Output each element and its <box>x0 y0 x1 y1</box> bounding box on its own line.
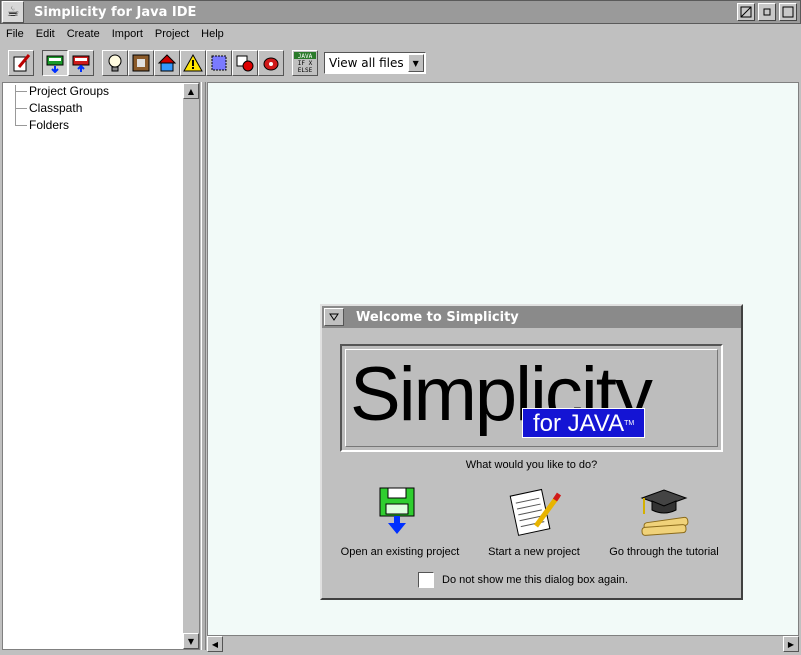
dialog-menu-button[interactable] <box>324 308 344 326</box>
cup-button[interactable] <box>258 50 284 76</box>
frame-icon <box>132 54 150 72</box>
bus-down-button[interactable] <box>42 50 68 76</box>
select-icon <box>211 55 227 71</box>
svg-text:ELSE: ELSE <box>298 67 313 74</box>
project-tree: Project Groups Classpath Folders ▲ ▼ <box>2 82 200 650</box>
welcome-dialog: Welcome to Simplicity Simplicity for JAV… <box>320 304 743 600</box>
dialog-title-bar: Welcome to Simplicity <box>322 306 741 328</box>
restore-icon <box>763 8 771 16</box>
maximize-button[interactable] <box>779 3 797 21</box>
dont-show-again-checkbox[interactable] <box>418 572 434 588</box>
shapes-icon <box>236 55 254 72</box>
chevron-down-icon <box>329 313 339 321</box>
minimize-icon <box>740 6 752 18</box>
view-files-value: View all files <box>329 56 404 70</box>
bus-up-button[interactable] <box>68 50 94 76</box>
select-button[interactable] <box>206 50 232 76</box>
tree-item-project-groups[interactable]: Project Groups <box>3 83 199 100</box>
new-project-label: Start a new project <box>488 546 580 558</box>
warning-icon <box>183 53 203 72</box>
shapes-button[interactable] <box>232 50 258 76</box>
svg-text:JAVA: JAVA <box>298 53 313 60</box>
simplicity-logo-banner: Simplicity for JAVATM <box>340 344 723 452</box>
scroll-down-button[interactable]: ▼ <box>183 633 199 649</box>
menu-create[interactable]: Create <box>67 28 100 40</box>
bus-down-icon <box>46 55 64 73</box>
maximize-icon <box>782 6 794 18</box>
new-project-option[interactable]: Start a new project <box>464 482 604 558</box>
tree-item-folders[interactable]: Folders <box>3 117 199 134</box>
open-project-option[interactable]: Open an existing project <box>330 482 470 558</box>
bus-up-icon <box>72 55 90 72</box>
notepad-pencil-icon <box>509 488 562 536</box>
lightbulb-button[interactable] <box>102 50 128 76</box>
tree-scrollbar[interactable]: ▲ ▼ <box>183 83 199 649</box>
edit-icon <box>13 54 31 72</box>
floppy-disk-icon <box>379 487 415 534</box>
cup-icon <box>263 57 279 71</box>
menu-edit[interactable]: Edit <box>36 28 55 40</box>
scroll-left-button[interactable]: ◀ <box>207 636 223 652</box>
menu-help[interactable]: Help <box>201 28 224 40</box>
frame-button[interactable] <box>128 50 154 76</box>
panel-splitter[interactable] <box>201 82 206 650</box>
tutorial-label: Go through the tutorial <box>609 546 719 558</box>
system-menu-icon[interactable]: ☕ <box>2 1 24 23</box>
logo-java-badge: for JAVATM <box>522 408 646 438</box>
java-ifelse-button[interactable]: JAVA IF X ELSE <box>292 50 318 76</box>
svg-text:IF X: IF X <box>298 60 313 67</box>
minimize-button[interactable] <box>737 3 755 21</box>
warning-button[interactable] <box>180 50 206 76</box>
tutorial-option[interactable]: Go through the tutorial <box>594 482 734 558</box>
dialog-title: Welcome to Simplicity <box>356 309 519 325</box>
tree-item-classpath[interactable]: Classpath <box>3 100 199 117</box>
lightbulb-icon <box>108 54 122 72</box>
title-bar: ☕ Simplicity for Java IDE <box>0 0 801 24</box>
scroll-up-button[interactable]: ▲ <box>183 83 199 99</box>
restore-button[interactable] <box>758 3 776 21</box>
view-files-select[interactable]: View all files ▼ <box>324 52 426 74</box>
window-title: Simplicity for Java IDE <box>34 4 197 20</box>
editor-horizontal-scrollbar[interactable]: ◀ ▶ <box>207 636 799 652</box>
dont-show-again-row: Do not show me this dialog box again. <box>418 572 628 588</box>
dont-show-again-label[interactable]: Do not show me this dialog box again. <box>442 574 628 586</box>
house-icon <box>157 54 177 72</box>
toolbar: JAVA IF X ELSE View all files ▼ <box>0 46 801 80</box>
dropdown-arrow-icon[interactable]: ▼ <box>407 54 424 72</box>
open-project-label: Open an existing project <box>340 546 460 558</box>
menu-file[interactable]: File <box>6 28 24 40</box>
scroll-right-button[interactable]: ▶ <box>783 636 799 652</box>
graduation-cap-icon <box>640 489 689 536</box>
dialog-question: What would you like to do? <box>465 459 598 471</box>
java-ifelse-icon: JAVA IF X ELSE <box>294 52 316 74</box>
menu-bar: File Edit Create Import Project Help <box>0 24 801 44</box>
menu-import[interactable]: Import <box>112 28 143 40</box>
edit-button[interactable] <box>8 50 34 76</box>
house-button[interactable] <box>154 50 180 76</box>
menu-project[interactable]: Project <box>155 28 189 40</box>
